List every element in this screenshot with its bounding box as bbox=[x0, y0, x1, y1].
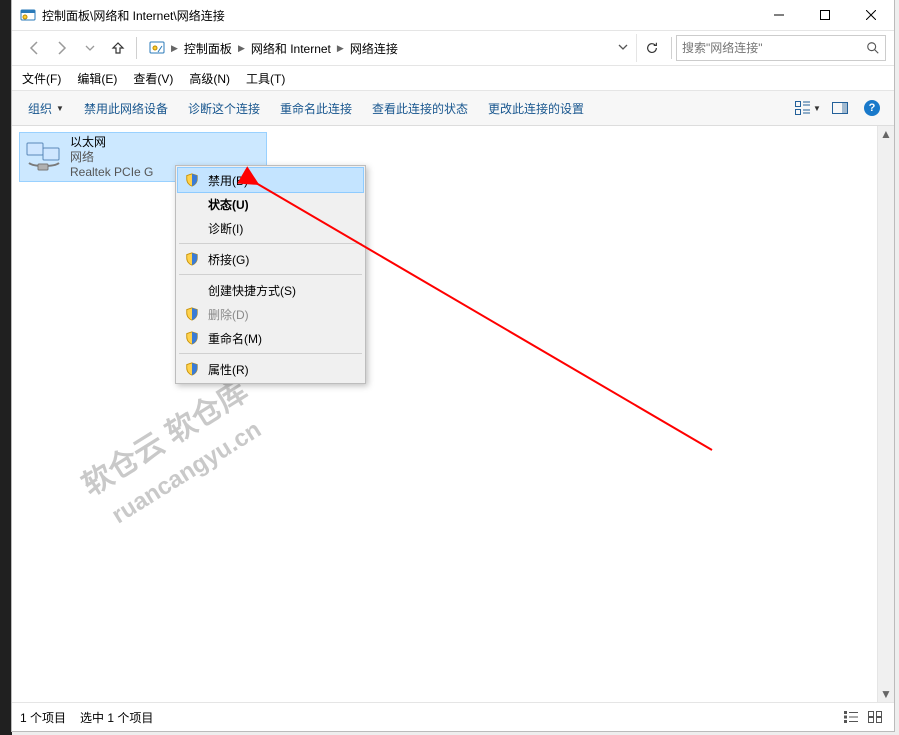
divider bbox=[671, 37, 672, 59]
context-menu-item[interactable]: 诊断(I) bbox=[178, 216, 363, 240]
explorer-window: 控制面板\网络和 Internet\网络连接 bbox=[12, 0, 894, 731]
chevron-down-icon: ▼ bbox=[813, 104, 821, 113]
preview-pane-button[interactable] bbox=[824, 94, 856, 122]
context-menu-separator bbox=[179, 353, 362, 354]
up-button[interactable] bbox=[104, 34, 132, 62]
crumb-network-connections[interactable]: 网络连接 bbox=[346, 40, 402, 57]
uac-shield-icon bbox=[184, 361, 200, 377]
status-item-count: 1 个项目 bbox=[20, 709, 66, 726]
organize-label: 组织 bbox=[28, 100, 52, 117]
context-menu-item[interactable]: 创建快捷方式(S) bbox=[178, 278, 363, 302]
address-icon bbox=[149, 40, 165, 56]
command-bar: 组织 ▼ 禁用此网络设备 诊断这个连接 重命名此连接 查看此连接的状态 更改此连接… bbox=[12, 90, 894, 126]
crumb-network-internet[interactable]: 网络和 Internet bbox=[247, 40, 335, 57]
cmd-change-settings[interactable]: 更改此连接的设置 bbox=[478, 93, 594, 123]
connection-name: 以太网 bbox=[70, 135, 153, 150]
title-bar: 控制面板\网络和 Internet\网络连接 bbox=[12, 0, 894, 30]
status-selected-count: 选中 1 个项目 bbox=[80, 709, 153, 726]
cmd-diagnose[interactable]: 诊断这个连接 bbox=[178, 93, 270, 123]
watermark-line1: 软仓云 软仓库 bbox=[75, 372, 256, 506]
context-menu-item[interactable]: 禁用(B) bbox=[178, 168, 363, 192]
maximize-button[interactable] bbox=[802, 0, 848, 30]
ethernet-icon bbox=[24, 137, 64, 177]
context-menu-item[interactable]: 状态(U) bbox=[178, 192, 363, 216]
scroll-down-icon[interactable]: ▼ bbox=[878, 686, 894, 702]
scrollbar-track[interactable] bbox=[878, 142, 894, 686]
context-menu-item[interactable]: 重命名(M) bbox=[178, 326, 363, 350]
context-menu-separator bbox=[179, 274, 362, 275]
context-menu-label: 禁用(B) bbox=[208, 172, 248, 189]
menu-advanced[interactable]: 高级(N) bbox=[181, 66, 238, 90]
recent-dropdown[interactable] bbox=[76, 34, 104, 62]
context-menu-separator bbox=[179, 243, 362, 244]
vertical-scrollbar[interactable]: ▲ ▼ bbox=[877, 126, 894, 702]
view-options-button[interactable]: ▼ bbox=[792, 94, 824, 122]
cmd-rename[interactable]: 重命名此连接 bbox=[270, 93, 362, 123]
uac-shield-icon bbox=[184, 172, 200, 188]
uac-shield-icon bbox=[184, 306, 200, 322]
context-menu-item[interactable]: 属性(R) bbox=[178, 357, 363, 381]
context-menu-item[interactable]: 桥接(G) bbox=[178, 247, 363, 271]
menu-tools[interactable]: 工具(T) bbox=[238, 66, 293, 90]
window-controls bbox=[756, 0, 894, 30]
uac-shield-icon bbox=[184, 251, 200, 267]
navigation-bar: ▶ 控制面板 ▶ 网络和 Internet ▶ 网络连接 bbox=[12, 30, 894, 66]
connection-text: 以太网 网络 Realtek PCIe G bbox=[70, 135, 153, 180]
menu-file[interactable]: 文件(F) bbox=[14, 66, 69, 90]
crumb-control-panel[interactable]: 控制面板 bbox=[180, 40, 236, 57]
back-button[interactable] bbox=[20, 34, 48, 62]
watermark-line2: ruancangyu.cn bbox=[96, 406, 277, 540]
connection-status: 网络 bbox=[70, 150, 153, 165]
menu-view[interactable]: 查看(V) bbox=[125, 66, 181, 90]
app-icon bbox=[20, 7, 36, 23]
context-menu-label: 桥接(G) bbox=[208, 251, 249, 268]
context-menu-label: 创建快捷方式(S) bbox=[208, 282, 296, 299]
search-box[interactable] bbox=[676, 35, 886, 61]
context-menu-label: 诊断(I) bbox=[208, 220, 243, 237]
search-input[interactable] bbox=[676, 41, 860, 55]
screenshot-left-edge bbox=[0, 0, 12, 735]
context-menu-label: 重命名(M) bbox=[208, 330, 262, 347]
minimize-button[interactable] bbox=[756, 0, 802, 30]
divider bbox=[136, 37, 137, 59]
organize-button[interactable]: 组织 ▼ bbox=[18, 93, 74, 123]
content-area[interactable]: 以太网 网络 Realtek PCIe G ▲ ▼ 软仓云 软仓库 ruanca… bbox=[12, 126, 894, 702]
context-menu[interactable]: 禁用(B) 状态(U) 诊断(I) 桥接(G) 创建快捷方式(S) 删除(D) 重命名(M)… bbox=[175, 165, 366, 384]
status-view-buttons bbox=[840, 707, 886, 727]
menu-bar: 文件(F) 编辑(E) 查看(V) 高级(N) 工具(T) bbox=[12, 66, 894, 90]
menu-edit[interactable]: 编辑(E) bbox=[69, 66, 125, 90]
crumb-sep-icon[interactable]: ▶ bbox=[171, 43, 178, 54]
crumb-sep-icon[interactable]: ▶ bbox=[337, 43, 344, 54]
details-view-button[interactable] bbox=[840, 707, 862, 727]
context-menu-label: 删除(D) bbox=[208, 306, 249, 323]
scroll-up-icon[interactable]: ▲ bbox=[878, 126, 894, 142]
uac-shield-icon bbox=[184, 330, 200, 346]
context-menu-label: 属性(R) bbox=[208, 361, 249, 378]
search-icon[interactable] bbox=[860, 35, 886, 61]
watermark: 软仓云 软仓库 ruancangyu.cn bbox=[75, 372, 277, 540]
cmd-disable-device[interactable]: 禁用此网络设备 bbox=[74, 93, 178, 123]
context-menu-item: 删除(D) bbox=[178, 302, 363, 326]
large-icons-view-button[interactable] bbox=[864, 707, 886, 727]
breadcrumb[interactable]: ▶ 控制面板 ▶ 网络和 Internet ▶ 网络连接 bbox=[169, 34, 610, 62]
help-button[interactable]: ? bbox=[856, 94, 888, 122]
help-icon: ? bbox=[864, 100, 880, 116]
cmd-view-status[interactable]: 查看此连接的状态 bbox=[362, 93, 478, 123]
chevron-down-icon: ▼ bbox=[56, 104, 64, 113]
address-dropdown[interactable] bbox=[610, 41, 636, 55]
connection-adapter: Realtek PCIe G bbox=[70, 165, 153, 180]
close-button[interactable] bbox=[848, 0, 894, 30]
status-bar: 1 个项目 选中 1 个项目 bbox=[12, 702, 894, 731]
window-title: 控制面板\网络和 Internet\网络连接 bbox=[42, 7, 225, 24]
forward-button[interactable] bbox=[48, 34, 76, 62]
crumb-sep-icon[interactable]: ▶ bbox=[238, 43, 245, 54]
context-menu-label: 状态(U) bbox=[208, 196, 249, 213]
refresh-button[interactable] bbox=[636, 34, 667, 62]
